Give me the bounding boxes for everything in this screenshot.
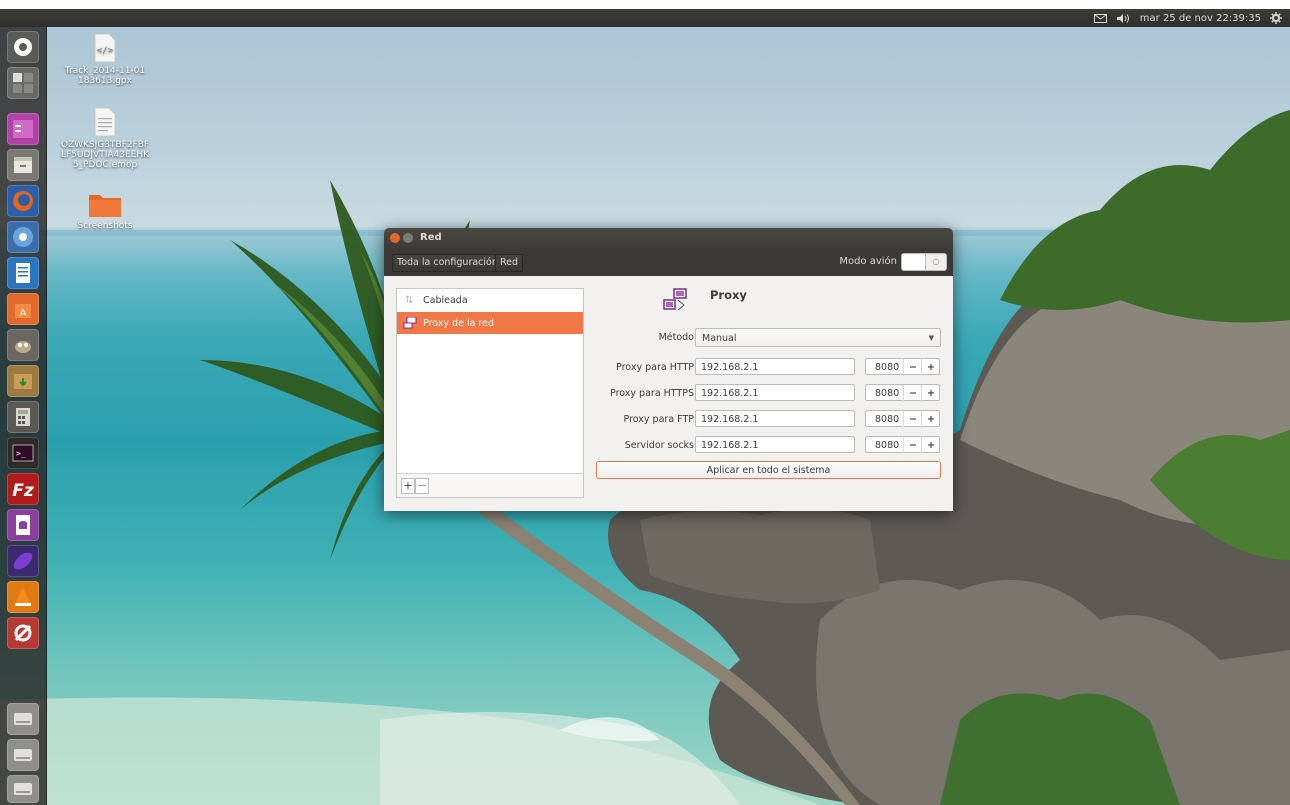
socks-server-label: Servidor socks <box>624 440 694 451</box>
list-item-label: Cableada <box>423 294 468 306</box>
desktop-folder-label: Screenshots <box>77 221 133 231</box>
top-white-strip <box>0 0 1290 9</box>
launcher: A >_ Fz <box>0 27 47 805</box>
drive-icon[interactable] <box>7 775 39 803</box>
software-center-icon[interactable]: A <box>7 293 39 325</box>
svg-text:A: A <box>20 308 27 319</box>
add-connection-button[interactable]: + <box>401 478 415 494</box>
socks-server-host-input[interactable]: 192.168.2.1 <box>695 436 855 453</box>
method-label: Método <box>658 332 694 343</box>
files-icon[interactable] <box>7 113 39 145</box>
apply-system-wide-button[interactable]: Aplicar en todo el sistema <box>596 461 941 479</box>
switch-knob-icon: ○ <box>925 254 946 270</box>
proxy-title: Proxy <box>710 288 747 302</box>
gear-icon[interactable] <box>1270 12 1282 24</box>
chromium-icon[interactable] <box>7 221 39 253</box>
socks-server-port-stepper[interactable]: 8080 − + <box>865 436 940 454</box>
ftp-proxy-port-stepper[interactable]: 8080 − + <box>865 410 940 428</box>
port-value: 8080 <box>875 440 900 451</box>
http-proxy-port-stepper[interactable]: 8080 − + <box>865 358 940 376</box>
https-proxy-host-input[interactable]: 192.168.2.1 <box>695 384 855 401</box>
code-file-icon: </> <box>93 33 117 63</box>
terminal-icon[interactable]: >_ <box>7 437 39 469</box>
volume-icon[interactable] <box>1116 13 1131 24</box>
installer-icon[interactable] <box>7 365 39 397</box>
decrement-button[interactable]: − <box>903 437 922 454</box>
window-titlebar[interactable]: Red <box>384 228 953 248</box>
ftp-proxy-label: Proxy para FTP <box>623 414 694 425</box>
clock-label[interactable]: mar 25 de nov 22:39:35 <box>1140 13 1261 24</box>
svg-text:</>: </> <box>97 46 114 56</box>
indicator-area: mar 25 de nov 22:39:35 <box>1093 9 1282 27</box>
dash-icon[interactable] <box>7 31 39 63</box>
top-menu-bar: mar 25 de nov 22:39:35 <box>0 9 1290 27</box>
decrement-button[interactable]: − <box>903 411 922 428</box>
proxy-icon <box>403 316 417 329</box>
all-settings-button[interactable]: Toda la configuración <box>392 254 503 272</box>
svg-text:>_: >_ <box>16 449 26 458</box>
list-item-wired[interactable]: ⇅ Cableada <box>397 289 583 311</box>
increment-button[interactable]: + <box>921 359 940 376</box>
drive-icon[interactable] <box>7 703 39 735</box>
list-toolbar: + − <box>397 473 583 497</box>
http-proxy-label: Proxy para HTTP <box>616 362 694 373</box>
mail-icon[interactable] <box>1093 13 1107 23</box>
gimp-icon[interactable] <box>7 329 39 361</box>
decrement-button[interactable]: − <box>903 385 922 402</box>
list-item-label: Proxy de la red <box>423 317 494 329</box>
desktop-folder-screenshots[interactable]: Screenshots <box>57 192 153 231</box>
text-file-icon <box>93 107 117 137</box>
drive-icon[interactable] <box>7 739 39 771</box>
chevron-down-icon: ▼ <box>928 334 934 342</box>
settings-icon[interactable] <box>7 617 39 649</box>
desktop-file-emop[interactable]: OZWKSJG3TBF2FBF LF5UDJVTIA43EEHK 5_PDOC.… <box>57 107 153 170</box>
close-icon[interactable] <box>390 233 400 243</box>
method-value: Manual <box>702 333 737 344</box>
workspace-icon[interactable] <box>7 67 39 99</box>
ftp-proxy-host-input[interactable]: 192.168.2.1 <box>695 410 855 427</box>
window-toolbar: Toda la configuración Red Modo avión ○ <box>384 248 953 276</box>
decrement-button[interactable]: − <box>903 359 922 376</box>
base-icon[interactable] <box>7 509 39 541</box>
increment-button[interactable]: + <box>921 437 940 454</box>
desktop-file-track[interactable]: </> Track_2014-11-01 183613.gpx <box>57 33 153 86</box>
http-proxy-host-input[interactable]: 192.168.2.1 <box>695 358 855 375</box>
filezilla-icon[interactable]: Fz <box>7 473 39 505</box>
archive-icon[interactable] <box>7 149 39 181</box>
proxy-header-icon <box>662 288 688 314</box>
https-proxy-label: Proxy para HTTPS <box>610 388 694 399</box>
desktop-file-label: Track_2014-11-01 183613.gpx <box>64 66 146 86</box>
network-settings-window: Red Toda la configuración Red Modo avión… <box>384 228 953 511</box>
vlc-icon[interactable] <box>7 581 39 613</box>
calculator-icon[interactable] <box>7 401 39 433</box>
minimize-icon[interactable] <box>403 233 413 243</box>
airplane-mode-label: Modo avión <box>839 256 897 267</box>
port-value: 8080 <box>875 414 900 425</box>
list-item-proxy[interactable]: Proxy de la red <box>397 312 583 334</box>
svg-text:Fz: Fz <box>12 481 34 501</box>
writer-icon[interactable] <box>7 257 39 289</box>
breadcrumb-current[interactable]: Red <box>495 254 524 272</box>
increment-button[interactable]: + <box>921 411 940 428</box>
method-dropdown[interactable]: Manual ▼ <box>695 328 941 347</box>
folder-icon <box>88 192 122 218</box>
window-title: Red <box>420 232 442 243</box>
https-proxy-port-stepper[interactable]: 8080 − + <box>865 384 940 402</box>
port-value: 8080 <box>875 388 900 399</box>
remove-connection-button[interactable]: − <box>415 478 429 494</box>
desktop-file-label: OZWKSJG3TBF2FBF LF5UDJVTIA43EEHK 5_PDOC.… <box>60 140 150 170</box>
firefox-icon[interactable] <box>7 185 39 217</box>
airplane-mode-switch[interactable]: ○ <box>901 253 947 271</box>
port-value: 8080 <box>875 362 900 373</box>
wired-icon: ⇅ <box>405 294 414 306</box>
eclipse-icon[interactable] <box>7 545 39 577</box>
increment-button[interactable]: + <box>921 385 940 402</box>
